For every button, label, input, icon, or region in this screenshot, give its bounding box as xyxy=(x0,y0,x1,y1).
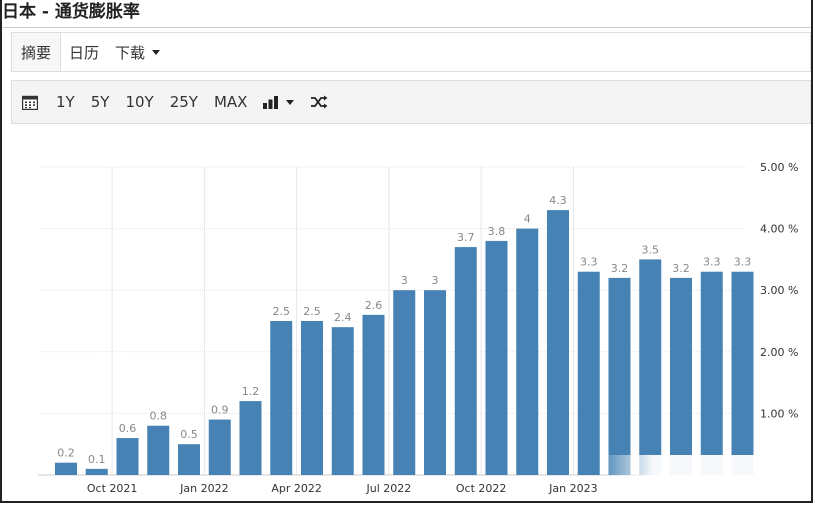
inflation-bar-chart: 0.2 0.1 0.6 0.8 0.5 0.9 1.2 2.5 2.5 2.4 2.6 3 3 3.7 3.… xyxy=(38,161,798,495)
y-tick-label: 5.00 % xyxy=(760,161,798,174)
chart-bar[interactable] xyxy=(424,290,446,475)
bar-value-label: 2.4 xyxy=(334,311,352,324)
chart-bar[interactable] xyxy=(577,271,600,475)
bar-value-label: 3.8 xyxy=(488,225,506,238)
chart-bar[interactable] xyxy=(700,271,723,475)
calendar-icon xyxy=(22,95,38,110)
bar-value-label: 0.8 xyxy=(150,410,168,423)
chart-bar[interactable] xyxy=(547,210,569,475)
chart-bar[interactable] xyxy=(731,271,754,475)
bar-value-label: 3 xyxy=(432,274,439,287)
chart-bar[interactable] xyxy=(178,444,200,475)
range-1y-button[interactable]: 1Y xyxy=(48,81,83,123)
shuffle-icon xyxy=(311,95,328,109)
bar-value-label: 3.3 xyxy=(703,256,721,269)
tab-summary-label: 摘要 xyxy=(21,43,52,62)
caret-down-icon xyxy=(286,99,295,105)
x-tick-label: Jan 2022 xyxy=(179,482,228,495)
bar-value-label: 4.3 xyxy=(549,194,567,207)
y-tick-label: 3.00 % xyxy=(760,284,798,297)
chart-bar[interactable] xyxy=(639,259,662,475)
chart-bar[interactable] xyxy=(301,321,323,475)
chart-bar[interactable] xyxy=(454,247,477,475)
chart-bar[interactable] xyxy=(239,401,262,475)
bar-value-label: 3 xyxy=(401,274,408,287)
tab-download[interactable]: 下载 xyxy=(107,33,168,71)
x-tick-label: Oct 2021 xyxy=(87,482,138,495)
y-tick-label: 4.00 % xyxy=(760,223,798,236)
range-10y-button[interactable]: 10Y xyxy=(117,81,161,123)
chart-bar[interactable] xyxy=(485,240,508,475)
chart-area: 0.2 0.1 0.6 0.8 0.5 0.9 1.2 2.5 2.5 2.4 2.6 3 3 3.7 3.… xyxy=(11,124,811,500)
x-tick-label: Jul 2022 xyxy=(365,482,411,495)
bar-value-label: 0.1 xyxy=(88,453,106,466)
bar-value-label: 3.2 xyxy=(611,262,629,275)
range-max-button[interactable]: MAX xyxy=(206,81,255,123)
chart-bar[interactable] xyxy=(670,277,692,475)
title-divider xyxy=(2,27,811,28)
bar-value-label: 0.5 xyxy=(180,428,198,441)
bar-value-label: 3.2 xyxy=(672,262,690,275)
nav-tabs: 摘要 日历 下载 xyxy=(11,32,811,72)
bar-value-label: 2.5 xyxy=(303,305,321,318)
y-tick-label: 2.00 % xyxy=(760,346,798,359)
bar-value-label: 0.9 xyxy=(211,404,229,417)
shuffle-button[interactable] xyxy=(302,81,336,123)
chart-bar[interactable] xyxy=(270,321,293,475)
chart-bar[interactable] xyxy=(516,228,539,475)
chart-bar[interactable] xyxy=(85,468,108,475)
caret-down-icon xyxy=(152,49,161,55)
calendar-button[interactable] xyxy=(12,81,48,123)
bar-value-label: 3.7 xyxy=(457,231,475,244)
chart-bar[interactable] xyxy=(116,438,139,475)
x-tick-label: Oct 2022 xyxy=(456,482,507,495)
range-5y-button[interactable]: 5Y xyxy=(83,81,118,123)
bar-value-label: 3.3 xyxy=(580,256,598,269)
x-tick-label: Jan 2023 xyxy=(548,482,597,495)
tab-summary[interactable]: 摘要 xyxy=(12,33,62,71)
y-tick-label: 1.00 % xyxy=(760,407,798,420)
chart-bar[interactable] xyxy=(147,425,170,475)
x-tick-label: Apr 2022 xyxy=(271,482,322,495)
chart-bar[interactable] xyxy=(362,314,385,475)
chart-toolbar: 1Y 5Y 10Y 25Y MAX xyxy=(11,80,811,124)
bar-value-label: 3.3 xyxy=(734,256,752,269)
bar-value-label: 3.5 xyxy=(642,243,660,256)
chart-bar[interactable] xyxy=(393,290,416,475)
range-25y-button[interactable]: 25Y xyxy=(162,81,206,123)
bar-value-label: 0.6 xyxy=(119,422,137,435)
chart-bar[interactable] xyxy=(608,277,631,475)
bar-value-label: 2.5 xyxy=(273,305,291,318)
chart-bar[interactable] xyxy=(331,327,354,475)
bar-value-label: 1.2 xyxy=(242,385,260,398)
bar-value-label: 2.6 xyxy=(365,299,383,312)
chart-bar[interactable] xyxy=(55,462,77,475)
page-title: 日本 - 通货膨胀率 xyxy=(2,2,140,22)
chart-bar[interactable] xyxy=(208,419,231,475)
chart-type-button[interactable] xyxy=(255,81,302,123)
tab-calendar-label: 日历 xyxy=(69,43,100,62)
bar-value-label: 0.2 xyxy=(57,447,75,460)
watermark-fade-overlay xyxy=(600,455,811,500)
bar-value-label: 4 xyxy=(524,213,531,226)
bar-chart-icon xyxy=(263,95,279,109)
tab-download-label: 下载 xyxy=(115,43,146,62)
tab-calendar[interactable]: 日历 xyxy=(61,33,107,71)
